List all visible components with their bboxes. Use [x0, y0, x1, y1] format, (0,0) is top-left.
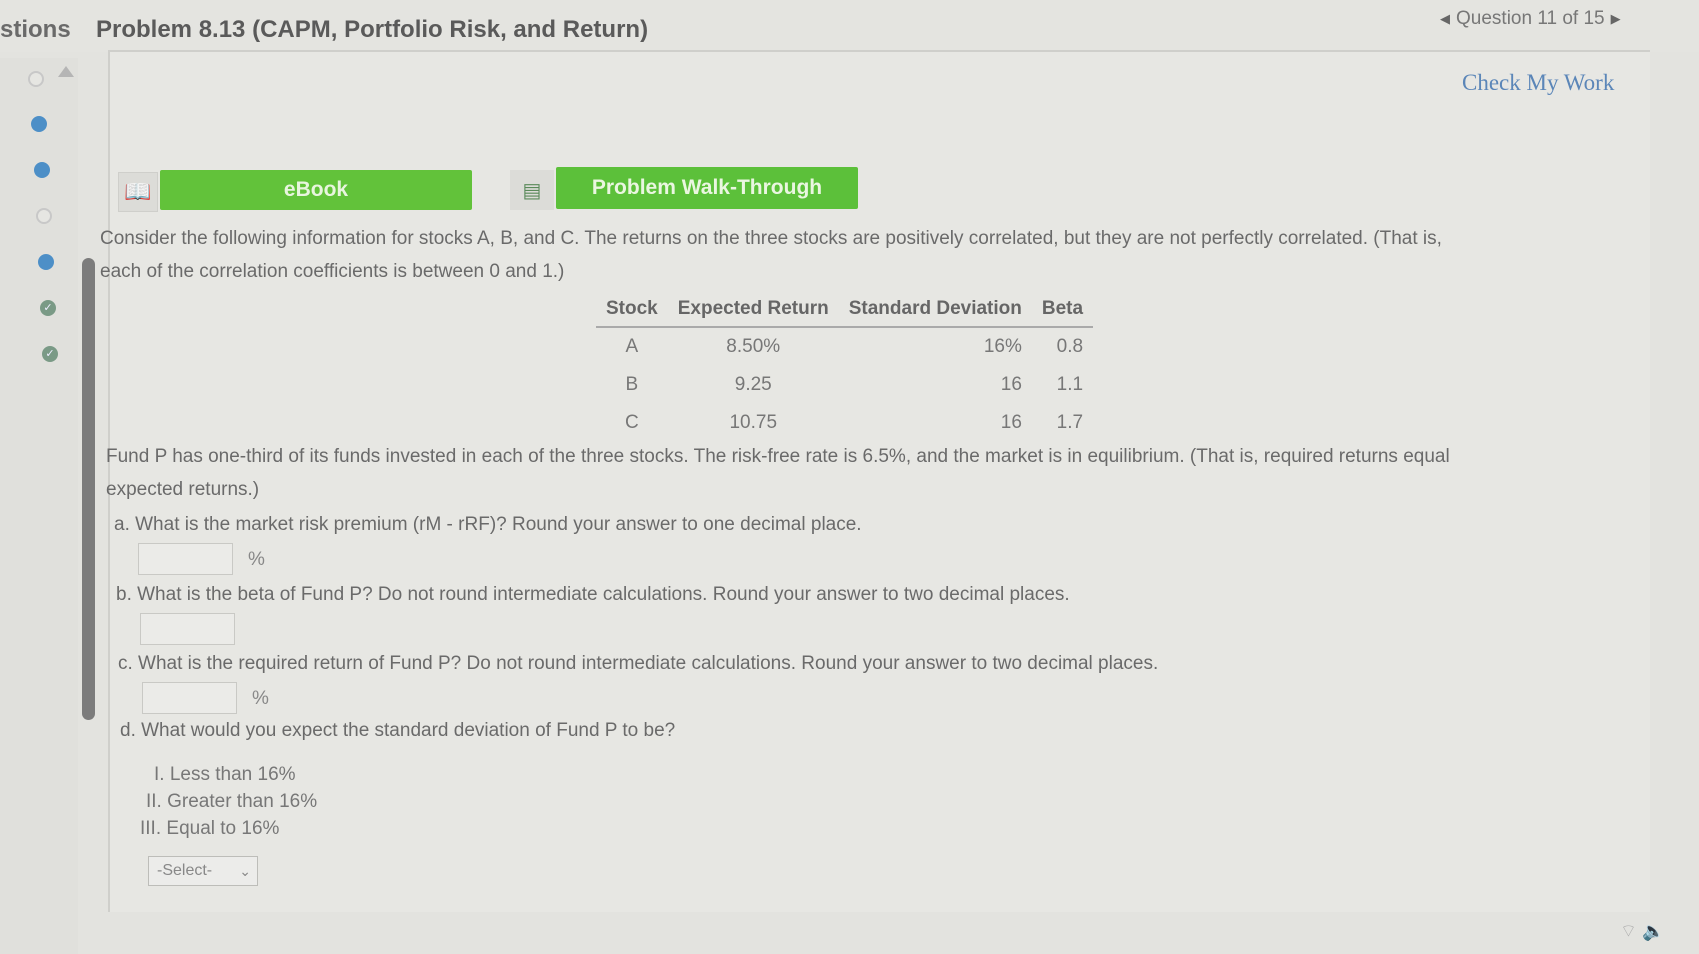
fund-text: Fund P has one-third of its funds invest…	[106, 440, 1450, 506]
table-cell: 1.1	[1056, 374, 1084, 395]
table-cell: B	[625, 374, 639, 395]
speaker-icon[interactable]: 🔈	[1642, 921, 1664, 941]
select-value: -Select-	[157, 862, 213, 879]
option-less-than: I. Less than 16%	[154, 764, 296, 785]
option-greater-than: II. Greater than 16%	[146, 791, 318, 812]
table-row: C 10.75 16 1.7	[596, 404, 1093, 442]
problem-walkthrough-button[interactable]: Problem Walk-Through	[556, 167, 858, 209]
market-risk-premium-input[interactable]	[138, 543, 233, 575]
book-icon[interactable]: 📖	[118, 172, 158, 212]
question-c: c. What is the required return of Fund P…	[118, 653, 1159, 674]
required-return-input[interactable]	[142, 682, 237, 714]
rail-scrollbar[interactable]	[82, 258, 95, 720]
fund-line: expected returns.)	[106, 479, 260, 500]
column-header: Standard Deviation	[838, 294, 1032, 328]
question-a: a. What is the market risk premium (rM -…	[114, 514, 862, 535]
top-bar: stions Problem 8.13 (CAPM, Portfolio Ris…	[0, 0, 1699, 52]
table-cell: 16	[1000, 412, 1022, 433]
table-cell: 9.25	[734, 374, 772, 395]
column-header: Expected Return	[667, 294, 839, 328]
table-cell: 1.7	[1056, 412, 1084, 433]
wifi-icon[interactable]: ⌔	[1620, 921, 1637, 941]
question-counter: Question 11 of 15	[1456, 8, 1605, 29]
status-dot-answered[interactable]	[31, 116, 47, 132]
std-dev-select[interactable]: -Select- ⌄	[148, 856, 258, 886]
fund-line: Fund P has one-third of its funds invest…	[106, 446, 1450, 467]
table-cell: 10.75	[729, 412, 778, 433]
question-b: b. What is the beta of Fund P? Do not ro…	[116, 584, 1070, 605]
page-title: Problem 8.13 (CAPM, Portfolio Risk, and …	[96, 16, 649, 43]
intro-line: each of the correlation coefficients is …	[100, 261, 565, 282]
status-dot-empty[interactable]	[36, 208, 52, 224]
next-question-icon[interactable]: ▶	[1611, 11, 1621, 27]
table-row: A 8.50% 16% 0.8	[596, 327, 1093, 366]
intro-line: Consider the following information for s…	[100, 228, 1442, 249]
option-equal-to: III. Equal to 16%	[140, 818, 280, 839]
table-cell: 16%	[983, 336, 1022, 357]
table-cell: C	[625, 412, 639, 433]
fund-beta-input[interactable]	[140, 613, 235, 645]
table-cell: 8.50%	[726, 336, 781, 357]
table-cell: 16	[1000, 374, 1022, 395]
table-cell: A	[625, 336, 639, 357]
check-my-work-link[interactable]: Check My Work	[1462, 70, 1614, 96]
status-dot-empty[interactable]	[28, 71, 44, 87]
scroll-up-icon[interactable]	[58, 66, 74, 77]
stock-table: Stock Expected Return Standard Deviation…	[596, 294, 1094, 442]
percent-unit: %	[252, 688, 269, 709]
previous-question-icon[interactable]: ◀	[1440, 11, 1450, 27]
question-navigator: ◀ Question 11 of 15 ▶	[1440, 8, 1621, 30]
system-tray: ⌔ 🔈	[1620, 920, 1664, 943]
document-icon[interactable]: ▤	[510, 170, 554, 210]
column-header: Stock	[596, 294, 668, 328]
percent-unit: %	[248, 549, 265, 570]
table-cell: 0.8	[1056, 336, 1084, 357]
table-header-row: Stock Expected Return Standard Deviation…	[596, 294, 1094, 328]
question-d: d. What would you expect the standard de…	[120, 720, 676, 741]
intro-text: Consider the following information for s…	[100, 222, 1442, 288]
questions-tab[interactable]: stions	[0, 16, 71, 44]
status-dot-answered[interactable]	[34, 162, 50, 178]
table-row: B 9.25 16 1.1	[596, 366, 1093, 404]
question-status-rail: ✓ ✓	[0, 58, 78, 954]
chevron-down-icon: ⌄	[239, 863, 251, 879]
ebook-button[interactable]: eBook	[160, 170, 472, 210]
status-dot-answered[interactable]	[38, 254, 54, 270]
column-header: Beta	[1031, 294, 1094, 328]
status-check-icon[interactable]: ✓	[42, 346, 58, 362]
status-check-icon[interactable]: ✓	[40, 300, 56, 316]
